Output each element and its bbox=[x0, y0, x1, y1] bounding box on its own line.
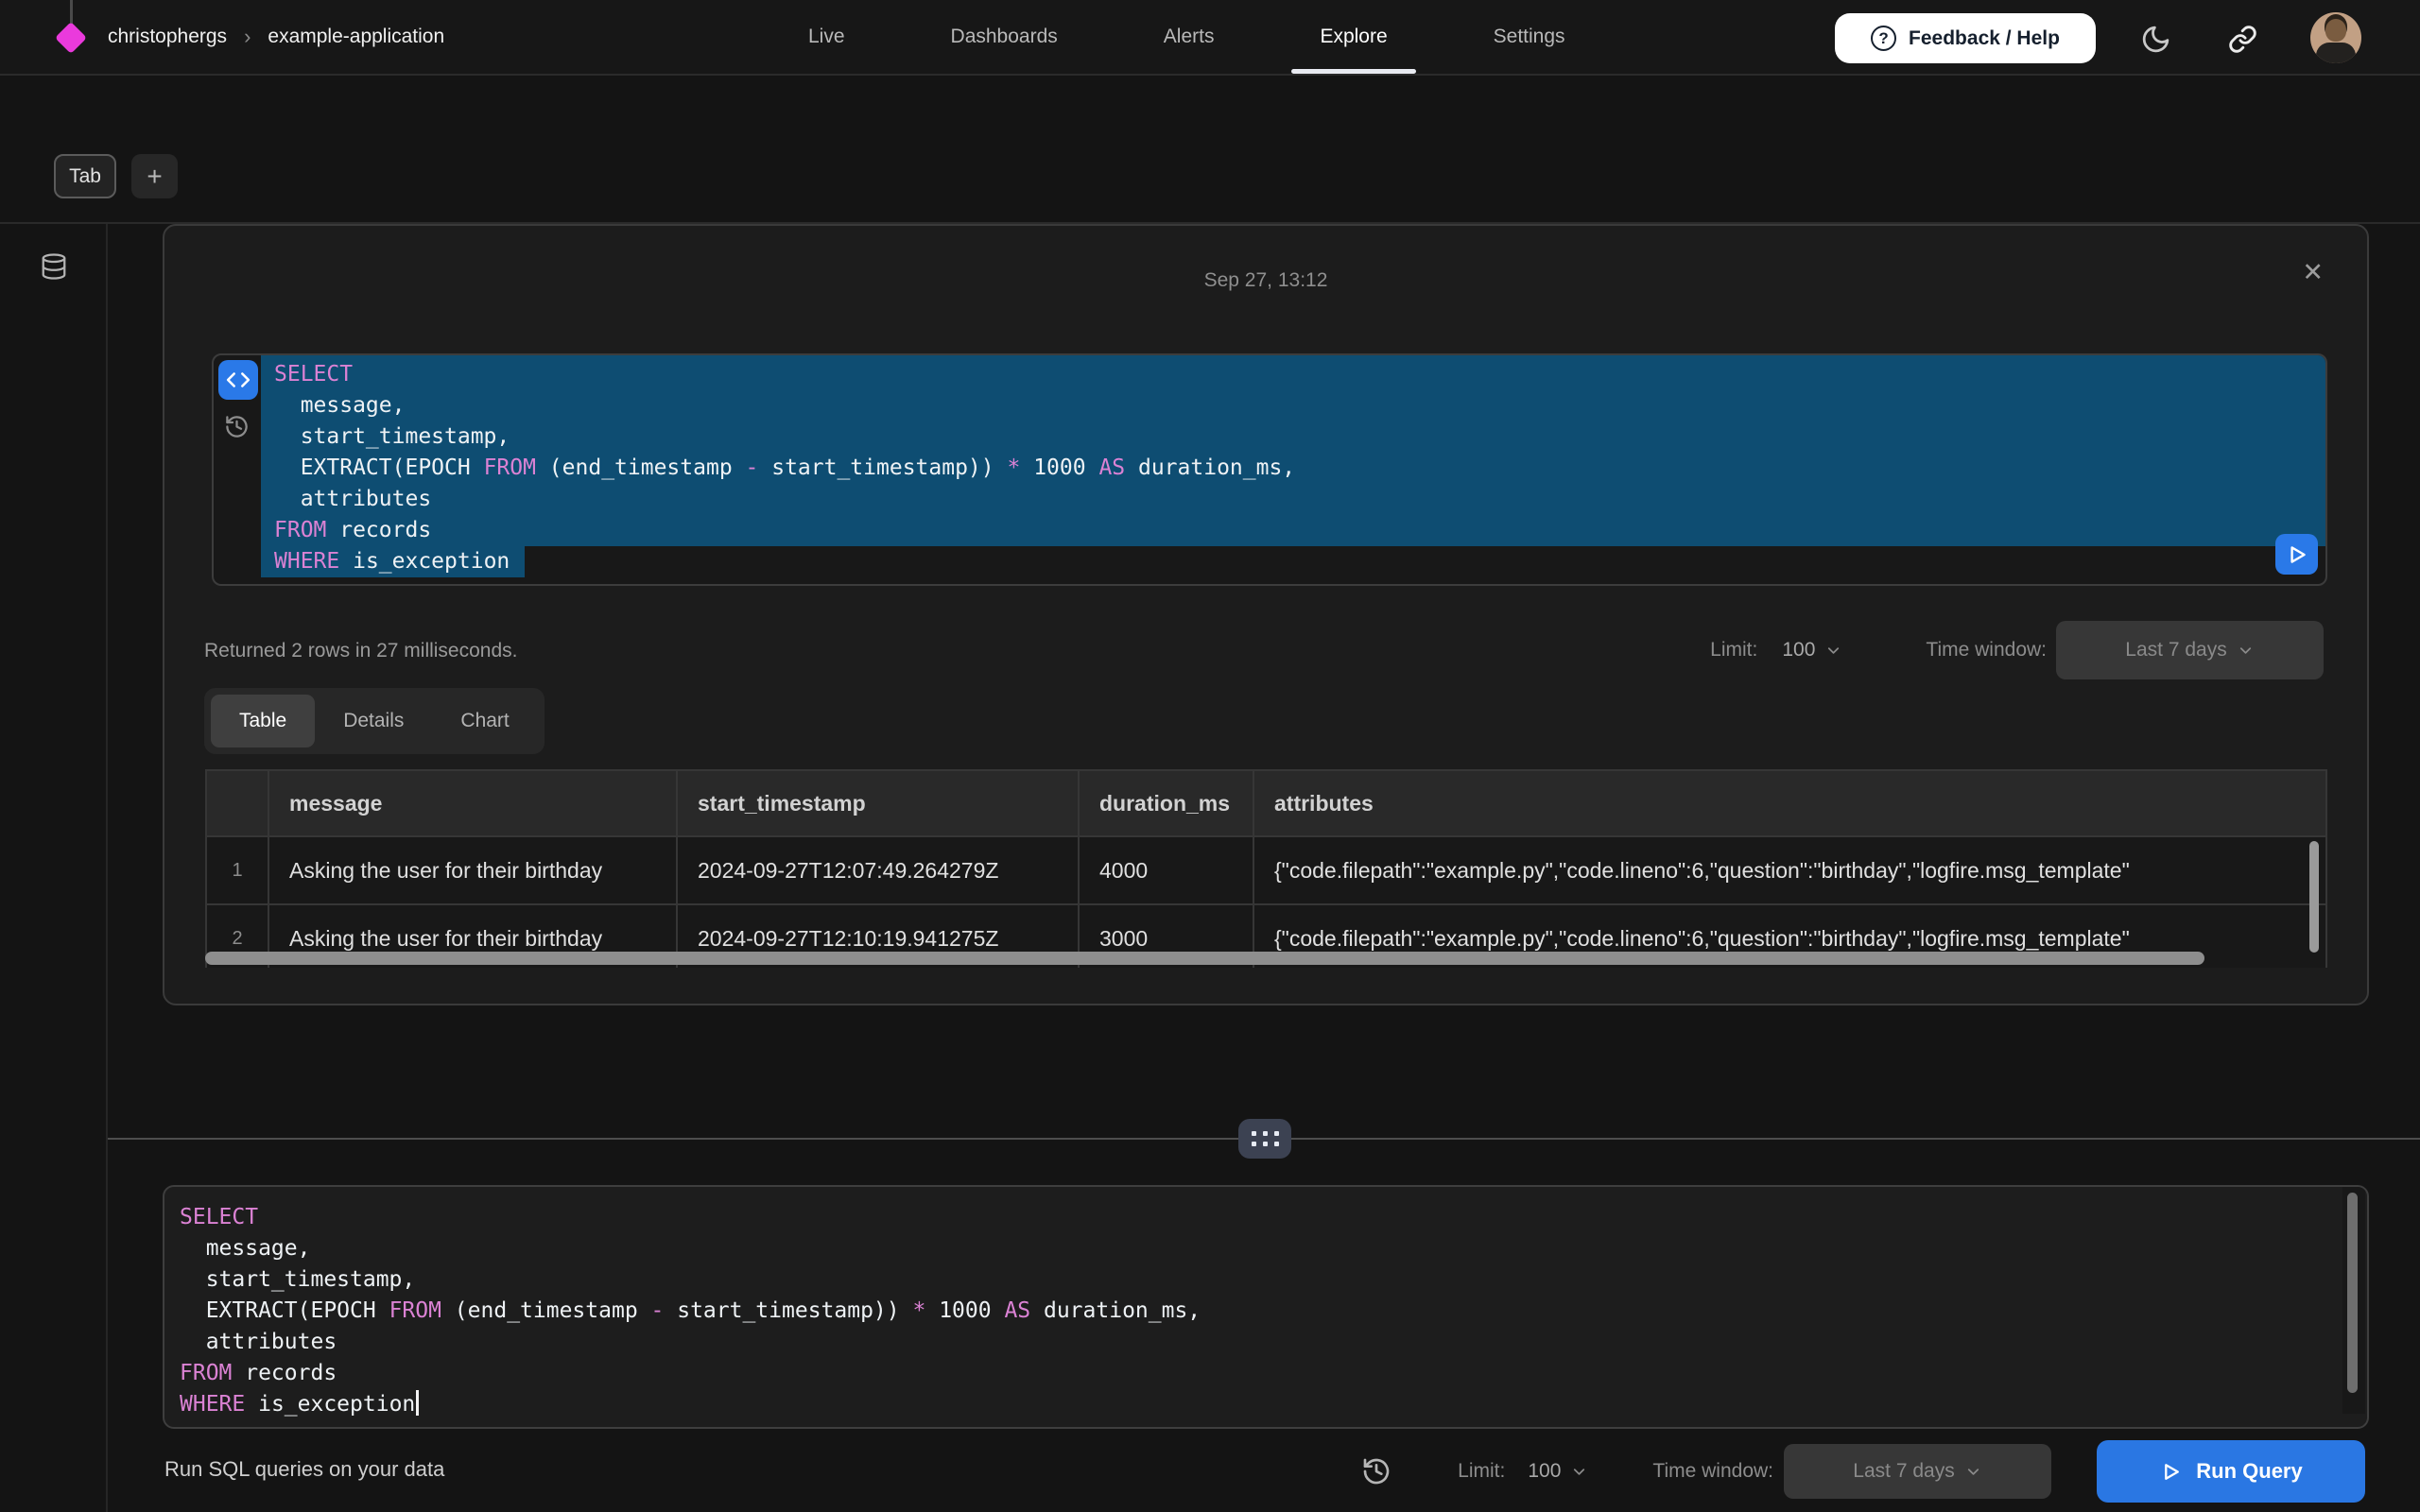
executed-sql-block: SELECT message, start_timestamp, EXTRACT… bbox=[212, 353, 2327, 586]
time-window-select[interactable]: Last 7 days bbox=[1784, 1444, 2051, 1499]
sql-editor-text[interactable]: SELECT message, start_timestamp, EXTRACT… bbox=[166, 1198, 2329, 1420]
theme-toggle-moon-icon[interactable] bbox=[2138, 22, 2172, 56]
close-icon[interactable]: ✕ bbox=[2302, 260, 2324, 285]
sql-line: FROM records bbox=[261, 515, 2325, 546]
play-icon bbox=[2159, 1460, 2183, 1484]
column-header-attributes: attributes bbox=[1253, 770, 2326, 836]
database-schema-icon[interactable] bbox=[39, 250, 69, 283]
code-icon-button[interactable] bbox=[218, 360, 258, 400]
run-query-label: Run Query bbox=[2196, 1459, 2302, 1484]
text-cursor bbox=[416, 1390, 419, 1416]
run-query-button[interactable]: Run Query bbox=[2097, 1440, 2365, 1503]
footer-controls: Limit: 100 Time window: Last 7 days Run … bbox=[1361, 1431, 2365, 1512]
limit-label: Limit: bbox=[1458, 1460, 1505, 1483]
view-tab-chart[interactable]: Chart bbox=[432, 695, 537, 747]
nav-link-settings[interactable]: Settings bbox=[1494, 0, 1565, 74]
grip-dots-icon bbox=[1252, 1131, 1279, 1146]
chevron-down-icon bbox=[1964, 1463, 1982, 1481]
query-result-card: Sep 27, 13:12 ✕ SELECT message, start_ti… bbox=[163, 224, 2369, 1005]
result-meta-controls: Limit: 100 Time window: Last 7 days bbox=[1710, 621, 2324, 679]
sql-line: SELECT bbox=[166, 1198, 2329, 1233]
view-tab-table[interactable]: Table bbox=[211, 695, 315, 747]
history-icon[interactable] bbox=[224, 414, 251, 440]
chevron-right-icon: › bbox=[244, 25, 251, 49]
add-tab-button[interactable]: + bbox=[131, 154, 178, 198]
limit-label: Limit: bbox=[1710, 639, 1757, 662]
results-table: messagestart_timestampduration_msattribu… bbox=[205, 769, 2327, 968]
logo-line bbox=[70, 0, 73, 25]
sql-editor[interactable]: SELECT message, start_timestamp, EXTRACT… bbox=[163, 1185, 2369, 1429]
column-header-rownum bbox=[206, 770, 268, 836]
explore-page: christophergs › example-application Live… bbox=[0, 0, 2420, 1512]
breadcrumb-org[interactable]: christophergs bbox=[108, 26, 227, 48]
user-avatar[interactable] bbox=[2310, 12, 2361, 63]
vertical-scrollbar[interactable] bbox=[2309, 841, 2319, 953]
nav-link-live[interactable]: Live bbox=[808, 0, 845, 74]
table-header-row: messagestart_timestampduration_msattribu… bbox=[206, 770, 2326, 836]
split-drag-handle[interactable] bbox=[1238, 1119, 1291, 1159]
nav-link-dashboards[interactable]: Dashboards bbox=[951, 0, 1058, 74]
question-icon: ? bbox=[1871, 26, 1896, 51]
sql-line: attributes bbox=[166, 1327, 2329, 1358]
table-row[interactable]: 1Asking the user for their birthday2024-… bbox=[206, 836, 2326, 904]
chevron-down-icon bbox=[1824, 642, 1842, 660]
result-view-tabs: TableDetailsChart bbox=[204, 688, 544, 754]
table-cell: {"code.filepath":"example.py","code.line… bbox=[1253, 836, 2326, 904]
chevron-down-icon bbox=[2237, 642, 2255, 660]
editor-scrollbar[interactable] bbox=[2347, 1193, 2358, 1393]
footer-hint: Run SQL queries on your data bbox=[164, 1457, 444, 1482]
sql-line: EXTRACT(EPOCH FROM (end_timestamp - star… bbox=[261, 453, 2325, 484]
limit-select[interactable]: 100 bbox=[1782, 639, 1842, 662]
column-header-message: message bbox=[268, 770, 677, 836]
column-header-duration_ms: duration_ms bbox=[1079, 770, 1253, 836]
time-window-label: Time window: bbox=[1926, 639, 2047, 662]
sql-gutter bbox=[214, 355, 261, 584]
breadcrumb: christophergs › example-application bbox=[108, 0, 444, 74]
play-icon-button[interactable] bbox=[2275, 534, 2318, 575]
navbar: christophergs › example-application Live… bbox=[0, 0, 2420, 76]
sql-line: SELECT bbox=[261, 355, 2325, 390]
sql-line: start_timestamp, bbox=[166, 1264, 2329, 1296]
sql-line: attributes bbox=[261, 484, 2325, 515]
time-window-label: Time window: bbox=[1652, 1460, 1773, 1483]
query-timestamp: Sep 27, 13:12 bbox=[164, 269, 2367, 292]
table-cell: 4000 bbox=[1079, 836, 1253, 904]
table-cell: 2024-09-27T12:07:49.264279Z bbox=[677, 836, 1079, 904]
sql-line: EXTRACT(EPOCH FROM (end_timestamp - star… bbox=[166, 1296, 2329, 1327]
chevron-down-icon bbox=[1570, 1463, 1588, 1481]
sql-line: start_timestamp, bbox=[261, 421, 2325, 453]
time-window-value: Last 7 days bbox=[1853, 1460, 1954, 1483]
nav-link-alerts[interactable]: Alerts bbox=[1164, 0, 1215, 74]
limit-value: 100 bbox=[1528, 1460, 1561, 1483]
logfire-logo[interactable] bbox=[55, 22, 87, 54]
results-table-wrap: messagestart_timestampduration_msattribu… bbox=[205, 769, 2327, 968]
sql-line: WHERE is_exception bbox=[166, 1389, 2329, 1420]
nav-links: Live Dashboards Alerts Explore Settings bbox=[808, 0, 1565, 74]
time-window-select[interactable]: Last 7 days bbox=[2056, 621, 2324, 679]
feedback-help-button[interactable]: ? Feedback / Help bbox=[1835, 13, 2096, 63]
sidebar bbox=[0, 224, 108, 1512]
sql-line: FROM records bbox=[166, 1358, 2329, 1389]
table-cell: 1 bbox=[206, 836, 268, 904]
time-window-value: Last 7 days bbox=[2125, 639, 2226, 662]
limit-value: 100 bbox=[1782, 639, 1815, 662]
sql-line: message, bbox=[166, 1233, 2329, 1264]
horizontal-scrollbar[interactable] bbox=[205, 951, 2327, 966]
history-icon[interactable] bbox=[1361, 1456, 1392, 1486]
sql-line: message, bbox=[261, 390, 2325, 421]
footer-bar: Run SQL queries on your data Limit: 100 … bbox=[108, 1431, 2420, 1512]
query-tab[interactable]: Tab bbox=[54, 154, 116, 198]
table-cell: Asking the user for their birthday bbox=[268, 836, 677, 904]
feedback-label: Feedback / Help bbox=[1909, 27, 2060, 50]
limit-select[interactable]: 100 bbox=[1528, 1460, 1588, 1483]
nav-link-explore[interactable]: Explore bbox=[1320, 0, 1387, 74]
breadcrumb-project[interactable]: example-application bbox=[268, 26, 444, 48]
column-header-start_timestamp: start_timestamp bbox=[677, 770, 1079, 836]
sql-line: WHERE is_exception bbox=[261, 546, 2325, 577]
executed-sql-text[interactable]: SELECT message, start_timestamp, EXTRACT… bbox=[261, 355, 2325, 584]
result-summary: Returned 2 rows in 27 milliseconds. bbox=[204, 640, 518, 662]
share-link-icon[interactable] bbox=[2225, 22, 2259, 56]
view-tab-details[interactable]: Details bbox=[315, 695, 432, 747]
